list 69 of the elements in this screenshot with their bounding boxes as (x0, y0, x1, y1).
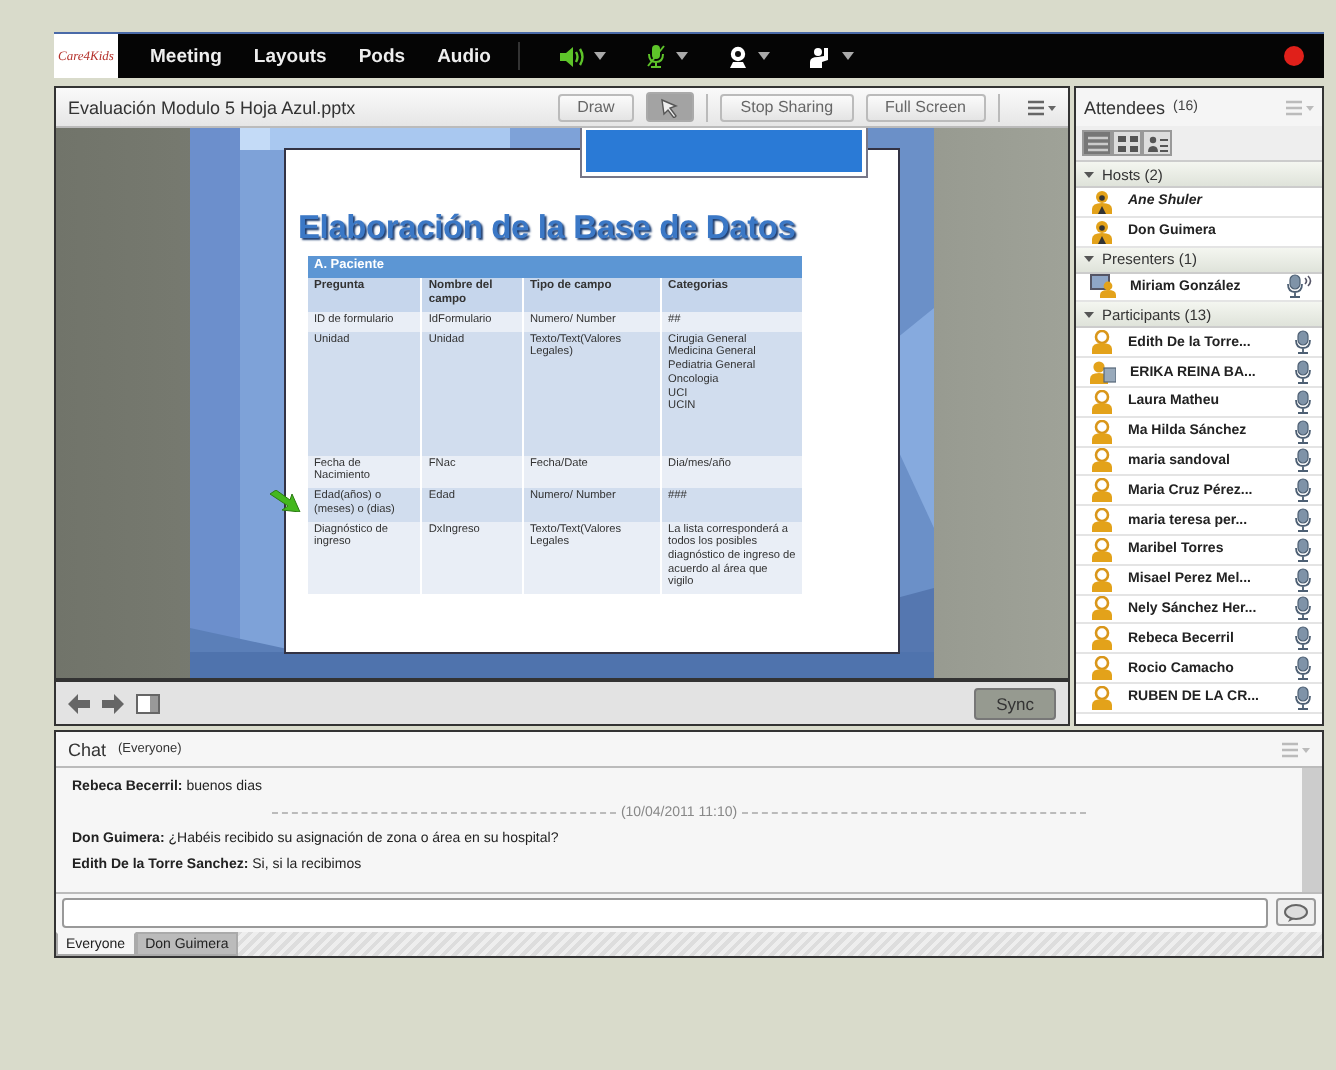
microphone-icon[interactable] (1294, 360, 1312, 385)
caret-icon (676, 52, 689, 60)
microphone-icon[interactable] (1294, 448, 1312, 473)
menu-icon[interactable] (1028, 99, 1056, 115)
microphone-icon[interactable] (1294, 419, 1312, 444)
person-icon (1090, 656, 1114, 681)
chat-input[interactable] (62, 898, 1268, 928)
person-icon (1090, 419, 1114, 444)
record-indicator[interactable] (1284, 46, 1304, 66)
microphone-icon[interactable] (1294, 537, 1312, 562)
menu-item[interactable]: Audio (437, 45, 491, 67)
cursor-icon (660, 97, 681, 117)
host-icon (1090, 189, 1114, 214)
person-icon (1090, 596, 1114, 621)
triangle-icon[interactable] (1084, 254, 1094, 265)
microphone-icon[interactable] (1294, 685, 1312, 710)
microphone-icon[interactable] (1294, 596, 1312, 621)
view-toggle[interactable] (1082, 130, 1112, 156)
menu-item[interactable]: Layouts (253, 45, 327, 67)
microphone-icon[interactable] (1294, 626, 1312, 651)
caret-icon (842, 52, 855, 60)
person-icon (1090, 567, 1114, 592)
toolbar-button[interactable]: Full Screen (865, 93, 986, 121)
host-icon (1090, 219, 1114, 244)
person-icon (1090, 478, 1114, 503)
person-icon (1090, 330, 1114, 355)
microphone-icon[interactable] (646, 44, 667, 68)
toolbar-button[interactable]: Stop Sharing (720, 93, 854, 121)
forward-arrow-icon[interactable] (102, 693, 124, 713)
view-toggle[interactable] (1112, 130, 1142, 156)
slide-title: Elaboración de la Base de Datos (298, 210, 798, 248)
sync-button[interactable]: Sync (974, 687, 1056, 719)
webcam-icon[interactable] (728, 45, 749, 67)
person-icon (1090, 448, 1114, 473)
pointer-button[interactable] (646, 92, 695, 122)
person-icon (1090, 389, 1114, 414)
pod-title: Chat (68, 739, 107, 759)
microphone-icon[interactable] (1294, 567, 1312, 592)
toolbar-button[interactable]: Draw (557, 93, 635, 121)
microphone-icon[interactable] (1294, 389, 1312, 414)
microphone-icon[interactable] (1294, 508, 1312, 533)
menu-item[interactable]: Meeting (150, 45, 222, 67)
triangle-icon[interactable] (1084, 169, 1094, 179)
person-icon (1090, 508, 1114, 533)
microphone-icon[interactable] (1294, 330, 1312, 355)
caret-icon (594, 52, 607, 60)
microphone-icon[interactable] (1294, 656, 1312, 681)
send-button[interactable] (1276, 898, 1316, 926)
raise-hand-icon[interactable] (810, 45, 833, 67)
pod-title: Evaluación Modulo 5 Hoja Azul.pptx (68, 97, 358, 117)
menu-item[interactable]: Pods (358, 45, 406, 67)
speaker-icon[interactable] (560, 45, 585, 67)
list-view-icon (1087, 135, 1107, 151)
presenter-icon (1090, 274, 1116, 299)
person-icon (1090, 537, 1114, 562)
pod-title: Attendees (1084, 97, 1166, 117)
panel-icon[interactable] (136, 693, 160, 713)
triangle-icon[interactable] (1084, 309, 1094, 320)
person-list-icon (1147, 135, 1167, 151)
speech-bubble-icon (1284, 903, 1308, 921)
caret-icon (758, 52, 771, 60)
grid-view-icon (1117, 135, 1137, 151)
microphone-speaking-icon[interactable] (1286, 274, 1312, 299)
microphone-icon[interactable] (1294, 478, 1312, 503)
guest-icon (1090, 360, 1116, 385)
person-icon (1090, 626, 1114, 651)
view-toggle[interactable] (1142, 130, 1172, 156)
back-arrow-icon[interactable] (68, 693, 90, 713)
person-icon (1090, 685, 1114, 710)
